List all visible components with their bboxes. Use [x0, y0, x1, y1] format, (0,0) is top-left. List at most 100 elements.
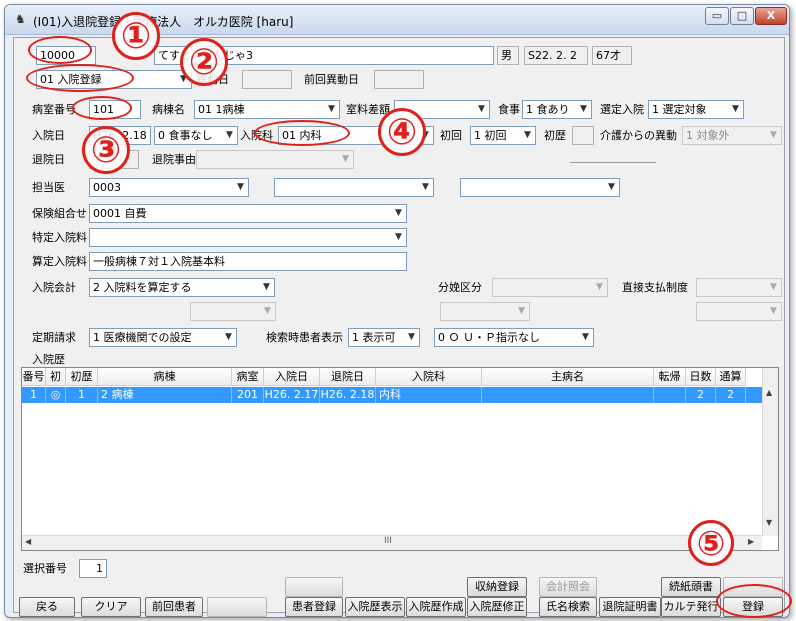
patient-birthdate-field: S22. 2. 2 [524, 46, 588, 65]
patient-register-button[interactable]: 患者登録 [285, 597, 343, 617]
ward-name-select[interactable]: 01 1病棟 ▼ [194, 100, 340, 119]
meal-status-select[interactable]: 0 食事なし ▼ [154, 126, 238, 145]
doctor-select-3[interactable]: ▼ [460, 178, 620, 197]
search-display-value: 1 表示可 [352, 331, 396, 344]
table-cell: 2 病棟 [98, 387, 232, 403]
chevron-down-icon: ▼ [582, 332, 589, 342]
blank-button[interactable] [207, 597, 267, 617]
chevron-down-icon: ▼ [395, 232, 402, 242]
ou-instruction-select[interactable]: 0 Ｏ Ｕ・Ｐ指示なし ▼ [434, 328, 594, 347]
clear-button[interactable]: クリア [81, 597, 141, 617]
history-edit-button[interactable]: 入院歴修正 [467, 597, 527, 617]
doctor-label: 担当医 [32, 181, 65, 194]
table-row[interactable]: 1 ◎ 1 2 病棟 201 H26. 2.17 H26. 2.18 内科 2 2 [22, 387, 762, 403]
blank-top-button[interactable] [285, 577, 343, 597]
doctor-select-2[interactable]: ▼ [274, 178, 434, 197]
column-header[interactable]: 通算 [716, 368, 746, 386]
first-time-select[interactable]: 1 初回 ▼ [470, 126, 536, 145]
column-header[interactable]: 初 [46, 368, 66, 386]
doctor-value-1: 0003 [93, 181, 121, 194]
selection-number-label: 選択番号 [23, 562, 67, 575]
annotation-ring-3 [72, 96, 132, 120]
initial-history-label: 初歴 [544, 129, 566, 142]
maximize-button[interactable]: □ [730, 7, 754, 25]
admission-history-table: 番号初初歴 病棟 病室 入院日 退院日 入院科 主病名 転帰 日数 通算 1 ◎ 1 2 病棟 201 H2… [21, 367, 779, 551]
scroll-right-icon[interactable]: ▶ [748, 537, 754, 546]
chevron-down-icon: ▼ [263, 282, 270, 292]
meal-select[interactable]: 1 食あり ▼ [522, 100, 592, 119]
column-header[interactable]: 転帰 [654, 368, 686, 386]
discharge-reason-select[interactable]: ▼ [196, 150, 354, 169]
calc-fee-label: 算定入院料 [32, 255, 87, 268]
direct-pay-select[interactable]: ▼ [696, 278, 782, 297]
chevron-down-icon: ▼ [328, 104, 335, 114]
annotation-number-4: ④ [378, 108, 426, 156]
column-header[interactable]: 退院日 [320, 368, 376, 386]
window-title: (I01)入退院登録 - 医療法人 オルカ医院 [haru] [33, 15, 294, 29]
discharge-certificate-button[interactable]: 退院証明書 [599, 597, 661, 617]
selection-number-input[interactable]: 1 [79, 559, 107, 578]
insurance-label: 保険組合せ [32, 207, 87, 220]
special-fee-select[interactable]: ▼ [89, 228, 407, 247]
ward-name-label: 病棟名 [152, 103, 185, 116]
history-show-button[interactable]: 入院歴表示 [345, 597, 405, 617]
direct-pay-sub-select[interactable]: ▼ [696, 302, 782, 321]
column-header[interactable]: 主病名 [482, 368, 654, 386]
back-button[interactable]: 戻る [19, 597, 75, 617]
accounting-select[interactable]: 2 入院料を算定する ▼ [89, 278, 275, 297]
prev-patient-button[interactable]: 前回患者 [145, 597, 203, 617]
doctor-select-1[interactable]: 0003 ▼ [89, 178, 249, 197]
chevron-down-icon: ▼ [478, 104, 485, 114]
prev-change-date-field [374, 70, 424, 89]
discharge-date-label: 退院日 [32, 153, 65, 166]
chevron-down-icon: ▼ [422, 182, 429, 192]
meal-label: 食事 [498, 103, 520, 116]
horizontal-scrollbar[interactable]: ◀ III ▶ [22, 535, 762, 550]
search-display-select[interactable]: 1 表示可 ▼ [348, 328, 420, 347]
accounting-sub-select[interactable]: ▼ [190, 302, 276, 321]
column-header[interactable]: 日数 [686, 368, 716, 386]
scroll-up-icon[interactable]: ▲ [766, 388, 772, 397]
accounting-label: 入院会計 [32, 281, 76, 294]
admission-date-label: 入院日 [32, 129, 65, 142]
care-transfer-label: 介護からの異動 [600, 129, 677, 142]
chevron-down-icon: ▼ [226, 130, 233, 140]
chevron-down-icon: ▼ [770, 282, 777, 292]
scroll-left-icon[interactable]: ◀ [25, 537, 31, 546]
name-search-button[interactable]: 氏名検索 [539, 597, 597, 617]
main-window: ♞ (I01)入退院登録 - 医療法人 オルカ医院 [haru] ▭ □ X 1… [4, 4, 790, 618]
chevron-down-icon: ▼ [770, 306, 777, 316]
column-header[interactable]: 病室 [232, 368, 264, 386]
direct-pay-label: 直接支払制度 [622, 281, 688, 294]
chevron-down-icon: ▼ [342, 154, 349, 164]
scroll-down-icon[interactable]: ▼ [766, 518, 772, 527]
insurance-select[interactable]: 0001 自費 ▼ [89, 204, 407, 223]
minimize-button[interactable]: ▭ [705, 7, 729, 25]
regular-billing-select[interactable]: 1 医療機関での設定 ▼ [89, 328, 237, 347]
delivery-sub-select[interactable]: ▼ [440, 302, 530, 321]
table-cell: 1 [66, 387, 98, 403]
receipt-register-button[interactable]: 収納登録 [467, 577, 527, 597]
annotation-ring-2 [26, 64, 134, 92]
column-header[interactable]: 入院科 [376, 368, 482, 386]
continuation-sheet-button[interactable]: 続紙頭書 [661, 577, 721, 597]
vertical-scrollbar[interactable]: ▲ ▼ [762, 368, 778, 536]
history-create-button[interactable]: 入院歴作成 [406, 597, 466, 617]
insurance-value: 0001 自費 [93, 207, 147, 220]
column-header[interactable]: 病棟 [98, 368, 232, 386]
meal-value: 1 食あり [526, 103, 570, 116]
column-header[interactable]: 番号 [22, 368, 46, 386]
chart-issue-button[interactable]: カルテ発行 [661, 597, 721, 617]
chevron-down-icon: ▼ [770, 130, 777, 140]
care-transfer-select[interactable]: 1 対象外 ▼ [682, 126, 782, 145]
annotation-ring-5 [716, 584, 792, 618]
column-header[interactable]: 初歴 [66, 368, 98, 386]
delivery-type-select[interactable]: ▼ [492, 278, 608, 297]
special-fee-label: 特定入院料 [32, 231, 87, 244]
column-header[interactable]: 入院日 [264, 368, 320, 386]
account-inquiry-button[interactable]: 会計照会 [539, 577, 597, 597]
meal-status-value: 0 食事なし [158, 129, 213, 142]
close-button[interactable]: X [755, 7, 787, 25]
selected-admission-select[interactable]: 1 選定対象 ▼ [648, 100, 744, 119]
change-date-field [242, 70, 292, 89]
